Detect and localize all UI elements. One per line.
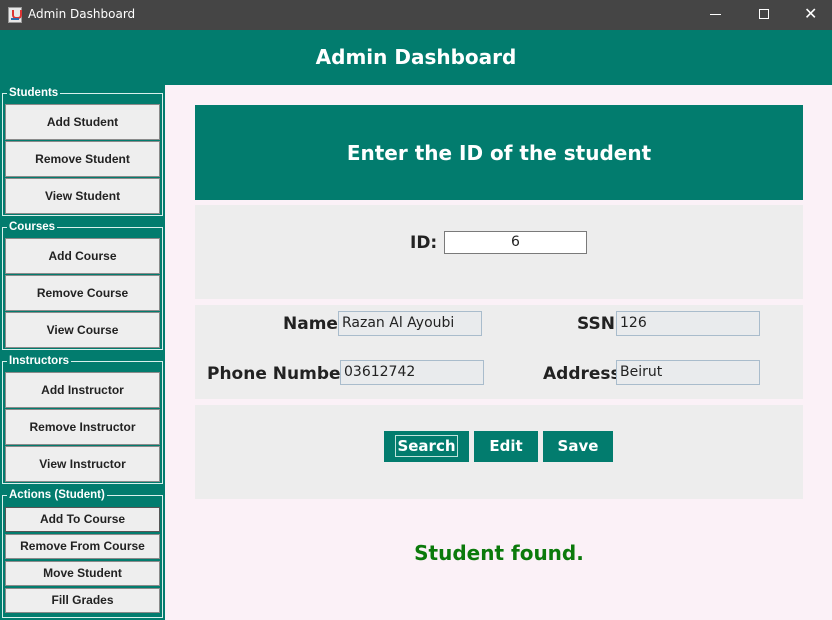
students-legend: Students (7, 86, 61, 100)
status-message: Student found. (414, 541, 584, 565)
search-button[interactable]: Search (384, 431, 469, 462)
name-field[interactable]: Razan Al Ayoubi (338, 311, 482, 336)
phone-number-field[interactable]: 03612742 (340, 360, 484, 385)
actions-student-legend: Actions (Student) (7, 488, 107, 502)
close-button[interactable]: ✕ (787, 0, 832, 30)
close-icon: ✕ (804, 4, 818, 23)
window-title: Admin Dashboard (28, 7, 136, 21)
remove-instructor-button[interactable]: Remove Instructor (5, 409, 160, 445)
remove-student-button[interactable]: Remove Student (5, 141, 160, 177)
add-course-button[interactable]: Add Course (5, 238, 160, 274)
edit-button[interactable]: Edit (474, 431, 538, 462)
address-label: Address (543, 364, 621, 384)
add-to-course-button[interactable]: Add To Course (5, 507, 160, 532)
window-title-bar: Admin Dashboard ✕ (0, 0, 832, 30)
search-button-label: Search (395, 435, 458, 457)
view-student-button[interactable]: View Student (5, 178, 160, 214)
instruction-banner: Enter the ID of the student (195, 105, 803, 200)
maximize-button[interactable] (741, 0, 787, 30)
students-group: Students Add Student Remove Student View… (2, 86, 163, 216)
id-label: ID: (410, 233, 438, 253)
courses-legend: Courses (7, 220, 58, 234)
fill-grades-button[interactable]: Fill Grades (5, 588, 160, 613)
minimize-icon (710, 14, 721, 15)
maximize-icon (759, 9, 769, 19)
view-instructor-button[interactable]: View Instructor (5, 446, 160, 482)
move-student-button[interactable]: Move Student (5, 561, 160, 586)
ssn-label: SSN (577, 314, 615, 334)
app-header: Admin Dashboard (0, 30, 832, 85)
address-field[interactable]: Beirut (616, 360, 760, 385)
header-title: Admin Dashboard (315, 45, 517, 69)
view-course-button[interactable]: View Course (5, 312, 160, 348)
phone-number-label: Phone Number (207, 364, 349, 384)
instructors-group: Instructors Add Instructor Remove Instru… (2, 354, 163, 484)
sidebar: Students Add Student Remove Student View… (0, 85, 165, 620)
actions-student-group: Actions (Student) Add To Course Remove F… (2, 488, 163, 618)
courses-group: Courses Add Course Remove Course View Co… (2, 220, 163, 350)
java-app-icon (8, 7, 22, 23)
remove-from-course-button[interactable]: Remove From Course (5, 534, 160, 559)
instructors-legend: Instructors (7, 354, 72, 368)
add-student-button[interactable]: Add Student (5, 104, 160, 140)
name-label: Name (283, 314, 338, 334)
add-instructor-button[interactable]: Add Instructor (5, 372, 160, 408)
minimize-button[interactable] (692, 0, 738, 30)
id-input[interactable]: 6 (444, 231, 587, 254)
ssn-field[interactable]: 126 (616, 311, 760, 336)
save-button[interactable]: Save (543, 431, 613, 462)
id-panel: ID: 6 (195, 205, 803, 299)
banner-title: Enter the ID of the student (346, 141, 652, 165)
remove-course-button[interactable]: Remove Course (5, 275, 160, 311)
details-panel: Name Razan Al Ayoubi SSN 126 Phone Numbe… (195, 305, 803, 399)
